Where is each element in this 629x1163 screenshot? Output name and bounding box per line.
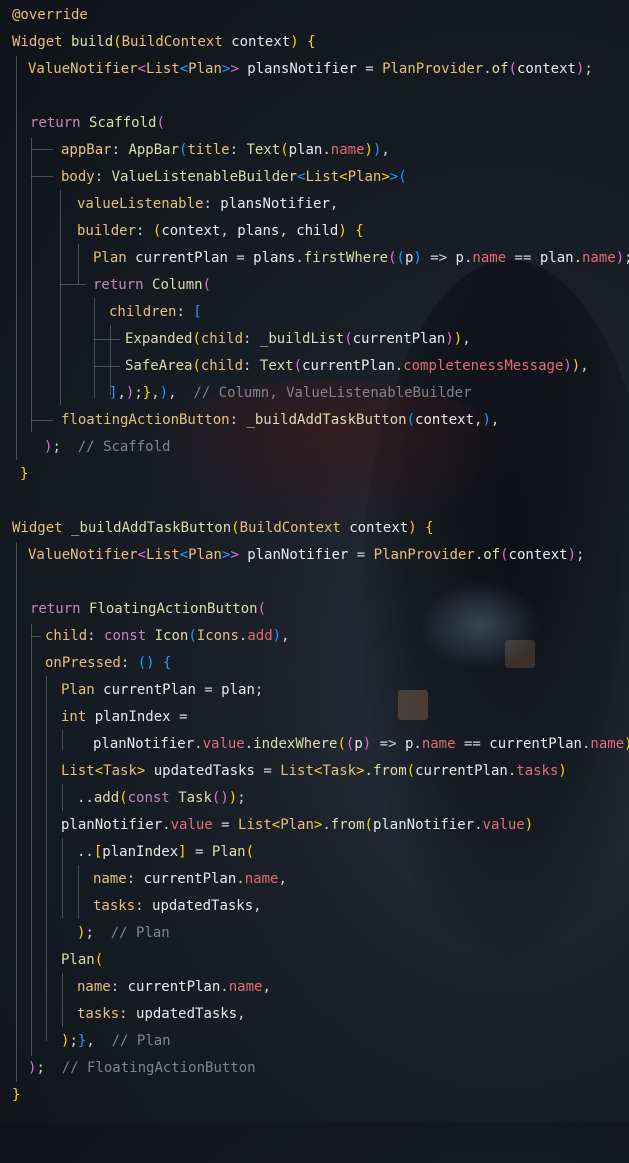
code-text: ..add(const Task()); xyxy=(77,790,246,806)
code-line: );}, // Plan xyxy=(0,1028,629,1055)
code-line: ..[planIndex] = Plan( xyxy=(0,839,629,866)
code-line: floatingActionButton: _buildAddTaskButto… xyxy=(0,407,629,434)
code-text: int planIndex = xyxy=(61,709,188,725)
code-line: children: [ xyxy=(0,299,629,326)
code-text: name: currentPlan.name, xyxy=(93,871,287,887)
code-text: ); // Scaffold xyxy=(44,439,171,455)
code-text: } xyxy=(20,466,29,482)
code-text: floatingActionButton: _buildAddTaskButto… xyxy=(61,412,500,428)
code-line: ],);},), // Column, ValueListenableBuild… xyxy=(0,380,629,407)
code-text: ..[planIndex] = Plan( xyxy=(77,844,255,860)
code-line: List<Task> updatedTasks = List<Task>.fro… xyxy=(0,758,629,785)
code-line: ); // Plan xyxy=(0,920,629,947)
code-line: tasks: updatedTasks, xyxy=(0,893,629,920)
code-line: valueListenable: plansNotifier, xyxy=(0,191,629,218)
code-line: Plan currentPlan = plans.firstWhere((p) … xyxy=(0,245,629,272)
code-text: @override xyxy=(12,7,88,23)
code-line: Expanded(child: _buildList(currentPlan))… xyxy=(0,326,629,353)
code-text: ValueNotifier<List<Plan>> planNotifier =… xyxy=(28,547,585,563)
code-line: return FloatingActionButton( xyxy=(0,596,629,623)
code-line: Widget build(BuildContext context) { xyxy=(0,29,629,56)
code-text: Plan currentPlan = plans.firstWhere((p) … xyxy=(93,250,629,266)
code-line: return Column( xyxy=(0,272,629,299)
code-line: } xyxy=(0,461,629,488)
code-text: Plan currentPlan = plan; xyxy=(61,682,264,698)
code-text: Expanded(child: _buildList(currentPlan))… xyxy=(125,331,471,347)
code-line: planNotifier.value.indexWhere((p) => p.n… xyxy=(0,731,629,758)
code-line: name: currentPlan.name, xyxy=(0,866,629,893)
code-editor[interactable]: @override Widget build(BuildContext cont… xyxy=(0,0,629,1123)
code-text: valueListenable: plansNotifier, xyxy=(77,196,339,212)
code-text: } xyxy=(12,1087,21,1103)
code-text: tasks: updatedTasks, xyxy=(93,898,262,914)
code-line: ..add(const Task()); xyxy=(0,785,629,812)
code-line: ValueNotifier<List<Plan>> plansNotifier … xyxy=(0,56,629,83)
code-line: ValueNotifier<List<Plan>> planNotifier =… xyxy=(0,542,629,569)
code-text: Plan( xyxy=(61,952,104,968)
code-text: ],);},), // Column, ValueListenableBuild… xyxy=(109,385,472,401)
code-text: appBar: AppBar(title: Text(plan.name)), xyxy=(61,142,390,158)
code-text: name: currentPlan.name, xyxy=(77,979,271,995)
code-text: ValueNotifier<List<Plan>> plansNotifier … xyxy=(28,61,593,77)
code-text: child: const Icon(Icons.add), xyxy=(45,628,290,644)
code-line: @override xyxy=(0,2,629,29)
code-line: return Scaffold( xyxy=(0,110,629,137)
code-line: Widget _buildAddTaskButton(BuildContext … xyxy=(0,515,629,542)
code-line: onPressed: () { xyxy=(0,650,629,677)
code-line: planNotifier.value = List<Plan>.from(pla… xyxy=(0,812,629,839)
code-text: body: ValueListenableBuilder<List<Plan>>… xyxy=(61,169,407,185)
code-text: return FloatingActionButton( xyxy=(30,601,267,617)
code-text: tasks: updatedTasks, xyxy=(77,1006,246,1022)
code-text: SafeArea(child: Text(currentPlan.complet… xyxy=(125,358,589,374)
code-text: return Column( xyxy=(93,277,212,293)
code-text: planNotifier.value.indexWhere((p) => p.n… xyxy=(93,736,629,752)
code-line: name: currentPlan.name, xyxy=(0,974,629,1001)
code-text: ); // FloatingActionButton xyxy=(28,1060,256,1076)
code-text: Widget _buildAddTaskButton(BuildContext … xyxy=(12,520,434,536)
code-line: body: ValueListenableBuilder<List<Plan>>… xyxy=(0,164,629,191)
code-line: } xyxy=(0,1082,629,1109)
code-line: ); // Scaffold xyxy=(0,434,629,461)
code-line: Plan currentPlan = plan; xyxy=(0,677,629,704)
code-line: ); // FloatingActionButton xyxy=(0,1055,629,1082)
code-line: appBar: AppBar(title: Text(plan.name)), xyxy=(0,137,629,164)
code-line: SafeArea(child: Text(currentPlan.complet… xyxy=(0,353,629,380)
code-text: builder: (context, plans, child) { xyxy=(77,223,364,239)
code-line: builder: (context, plans, child) { xyxy=(0,218,629,245)
code-text: return Scaffold( xyxy=(30,115,165,131)
code-text: planNotifier.value = List<Plan>.from(pla… xyxy=(61,817,534,833)
code-text: );}, // Plan xyxy=(61,1033,171,1049)
code-text: children: [ xyxy=(109,304,202,320)
code-text: onPressed: () { xyxy=(45,655,172,671)
code-line: child: const Icon(Icons.add), xyxy=(0,623,629,650)
code-text: Widget build(BuildContext context) { xyxy=(12,34,316,50)
code-text: List<Task> updatedTasks = List<Task>.fro… xyxy=(61,763,567,779)
code-text: ); // Plan xyxy=(77,925,170,941)
code-line: Plan( xyxy=(0,947,629,974)
code-line: int planIndex = xyxy=(0,704,629,731)
code-line: tasks: updatedTasks, xyxy=(0,1001,629,1028)
